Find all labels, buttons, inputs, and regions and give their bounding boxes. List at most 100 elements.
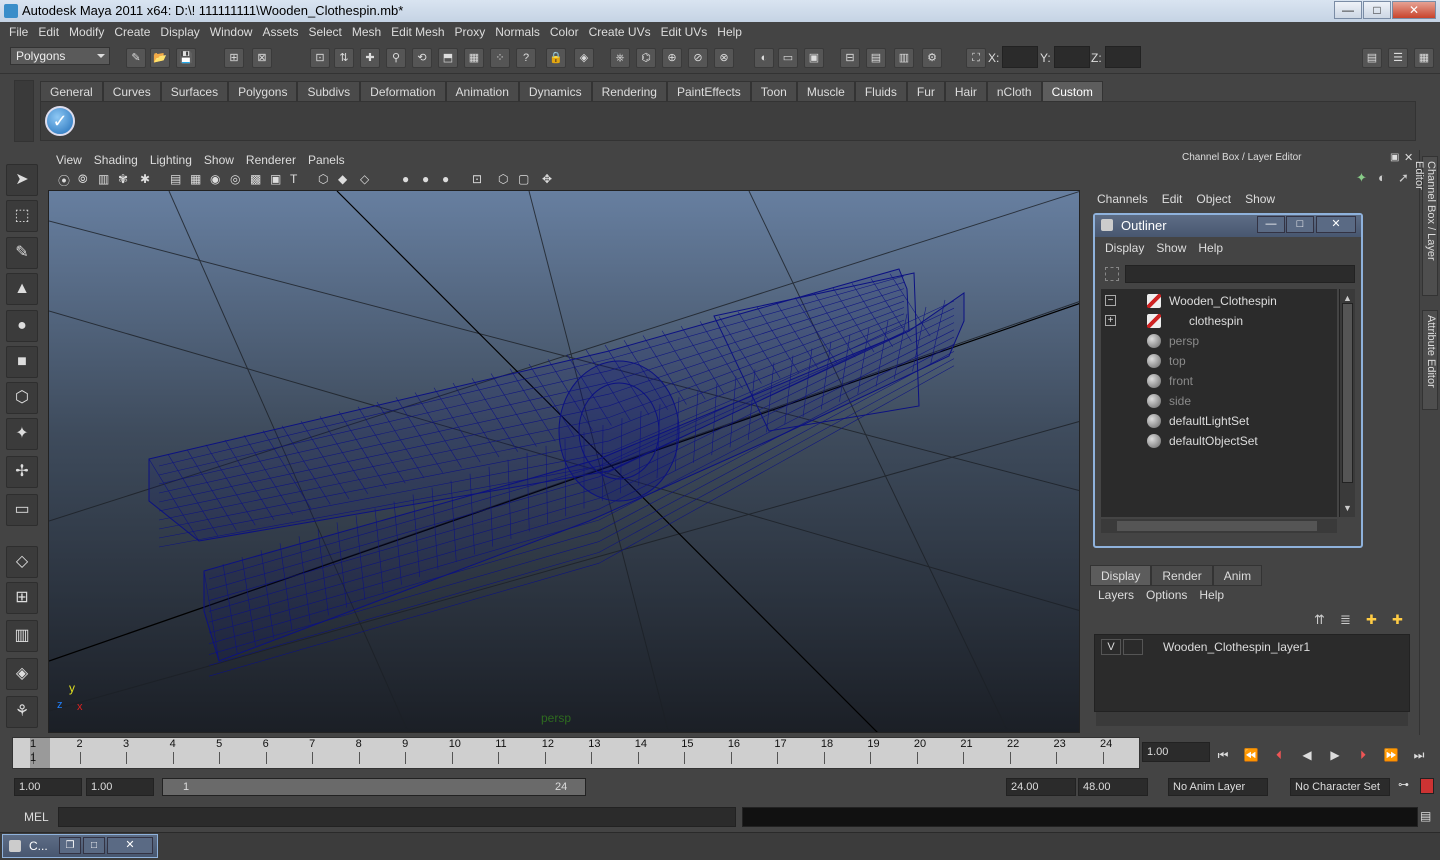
attribute-editor-icon[interactable]: ▦ — [1414, 48, 1434, 68]
channel-menu-object[interactable]: Object — [1189, 192, 1238, 206]
filter-icon[interactable] — [1105, 267, 1119, 281]
menu-select[interactable]: Select — [303, 25, 346, 39]
status-tool-icon[interactable]: ◈ — [574, 48, 594, 68]
status-tool-icon[interactable]: ⊘ — [688, 48, 708, 68]
shelf-tab-custom[interactable]: Custom — [1041, 81, 1103, 101]
layer-name[interactable]: Wooden_Clothespin_layer1 — [1163, 640, 1310, 654]
status-tool-icon[interactable]: ▦ — [464, 48, 484, 68]
viewport-tool-icon[interactable]: ● — [442, 172, 449, 186]
time-slider[interactable]: 1 2 3 4 5 6 7 8 9 10 11 12 13 14 15 16 17 18 19 20 21 22 23 24 1 — [12, 737, 1140, 769]
lasso-tool-icon[interactable]: ⬚ — [6, 200, 38, 232]
shelf-tab-rendering[interactable]: Rendering — [591, 81, 667, 101]
auto-key-icon[interactable] — [1420, 778, 1434, 794]
hypershade-icon[interactable]: ⚘ — [6, 696, 38, 728]
perspective-viewport[interactable]: persp y x z — [48, 190, 1080, 733]
status-tool-icon[interactable]: ▭ — [778, 48, 798, 68]
status-tool-icon[interactable]: ⊗ — [714, 48, 734, 68]
minimize-button[interactable]: — — [1334, 1, 1362, 19]
show-hide-channel-box-icon[interactable]: ▤ — [1362, 48, 1382, 68]
custom-check-icon[interactable]: ✓ — [45, 106, 75, 136]
outliner-horizontal-scrollbar[interactable] — [1101, 519, 1337, 533]
move-tool-icon[interactable]: ▲ — [6, 273, 38, 305]
status-tool-icon[interactable]: ▣ — [804, 48, 824, 68]
close-button[interactable]: ✕ — [1392, 1, 1436, 19]
scroll-down-icon[interactable]: ▼ — [1343, 503, 1352, 513]
playback-end-field[interactable]: 24.00 — [1006, 778, 1076, 796]
maximize-button[interactable]: □ — [1363, 1, 1391, 19]
outliner-menu-display[interactable]: Display — [1099, 241, 1150, 255]
manipulator-icon[interactable]: ⬡ — [6, 382, 38, 414]
status-tool-icon[interactable]: ⌬ — [636, 48, 656, 68]
menu-normals[interactable]: Normals — [490, 25, 545, 39]
status-tool-icon[interactable]: ⊠ — [252, 48, 272, 68]
viewport-tool-icon[interactable]: ● — [402, 172, 409, 186]
hscroll-thumb[interactable] — [1117, 521, 1317, 531]
outliner-filter-field[interactable] — [1125, 265, 1355, 283]
y-field[interactable] — [1054, 46, 1090, 68]
layer-hscroll[interactable] — [1096, 712, 1408, 726]
shelf-tab-general[interactable]: General — [40, 81, 103, 101]
show-manipulator-icon[interactable]: ✢ — [6, 456, 38, 488]
step-back-key-icon[interactable]: ⏪ — [1240, 746, 1262, 764]
z-field[interactable] — [1105, 46, 1141, 68]
channel-menu-show[interactable]: Show — [1238, 192, 1282, 206]
outliner-item[interactable]: defaultObjectSet — [1169, 431, 1258, 451]
minimized-close-icon[interactable]: ✕ — [107, 837, 153, 854]
viewport-canvas[interactable] — [49, 191, 1080, 733]
shelf-tab-fur[interactable]: Fur — [906, 81, 945, 101]
status-tool-icon[interactable]: ✚ — [360, 48, 380, 68]
viewport-tool-icon[interactable]: ⬡ — [318, 172, 328, 186]
viewport-tool-icon[interactable]: ✱ — [140, 172, 150, 186]
status-tool-icon[interactable]: ⚲ — [386, 48, 406, 68]
outliner-maximize-button[interactable]: □ — [1286, 216, 1314, 233]
status-tool-icon[interactable]: ⊕ — [662, 48, 682, 68]
layer-stack-icon[interactable]: ≣ — [1340, 612, 1351, 628]
outliner-close-button[interactable]: ✕ — [1316, 216, 1356, 233]
menu-modify[interactable]: Modify — [64, 25, 109, 39]
new-layer-icon[interactable]: ✚ — [1366, 612, 1377, 628]
status-tool-icon[interactable]: ⎈ — [610, 48, 630, 68]
status-tool-icon[interactable]: ⬒ — [438, 48, 458, 68]
minimized-window[interactable]: C... ❐ □ ✕ — [2, 834, 158, 858]
channel-icon[interactable]: ✦ — [1356, 170, 1367, 186]
viewport-tool-icon[interactable]: ◉ — [210, 172, 220, 186]
viewport-tool-icon[interactable]: ▣ — [270, 172, 281, 186]
shelf-tab-deformation[interactable]: Deformation — [360, 81, 446, 101]
key-icon[interactable]: ⊶ — [1398, 778, 1409, 791]
viewport-tool-icon[interactable]: T — [290, 172, 297, 186]
menu-create[interactable]: Create — [109, 25, 155, 39]
status-tool-icon[interactable]: ⊟ — [840, 48, 860, 68]
status-tool-icon[interactable]: ◐ — [754, 48, 774, 68]
outliner-minimize-button[interactable]: — — [1257, 216, 1285, 233]
layer-tab-anim[interactable]: Anim — [1212, 565, 1263, 586]
status-tool-icon[interactable]: ⛶ — [966, 48, 986, 68]
step-back-frame-icon[interactable]: ⏴ — [1268, 746, 1290, 764]
x-field[interactable] — [1002, 46, 1038, 68]
menu-edit-uvs[interactable]: Edit UVs — [656, 25, 713, 39]
outliner-item[interactable]: clothespin — [1189, 311, 1243, 331]
graph-layout-icon[interactable]: ◈ — [6, 658, 38, 690]
status-tool-icon[interactable]: 📂 — [150, 48, 170, 68]
viewport-tool-icon[interactable]: ◇ — [360, 172, 369, 186]
status-tool-icon[interactable]: 💾 — [176, 48, 196, 68]
status-tool-icon[interactable]: ⇅ — [334, 48, 354, 68]
layer-menu-help[interactable]: Help — [1193, 588, 1230, 602]
layer-menu-options[interactable]: Options — [1140, 588, 1193, 602]
menu-help[interactable]: Help — [712, 25, 747, 39]
viewport-tool-icon[interactable]: ● — [422, 172, 429, 186]
menu-file[interactable]: File — [4, 25, 33, 39]
shelf-tab-polygons[interactable]: Polygons — [228, 81, 298, 101]
shelf-tab-muscle[interactable]: Muscle — [796, 81, 855, 101]
rotate-tool-icon[interactable]: ● — [6, 310, 38, 342]
viewport-tool-icon[interactable]: ▩ — [250, 172, 261, 186]
current-frame-field[interactable]: 1.00 — [1142, 742, 1210, 762]
channel-menu-channels[interactable]: Channels — [1090, 192, 1155, 206]
expand-toggle[interactable]: − — [1105, 295, 1116, 306]
shelf-tab-toon[interactable]: Toon — [750, 81, 797, 101]
select-tool-icon[interactable]: ➤ — [6, 164, 38, 196]
outliner-item[interactable]: Wooden_Clothespin — [1169, 291, 1277, 311]
go-to-end-icon[interactable]: ⏭ — [1408, 746, 1430, 764]
shelf-tab-ncloth[interactable]: nCloth — [986, 81, 1042, 101]
layer-visibility-toggle[interactable]: V — [1101, 639, 1121, 655]
menu-color[interactable]: Color — [545, 25, 584, 39]
